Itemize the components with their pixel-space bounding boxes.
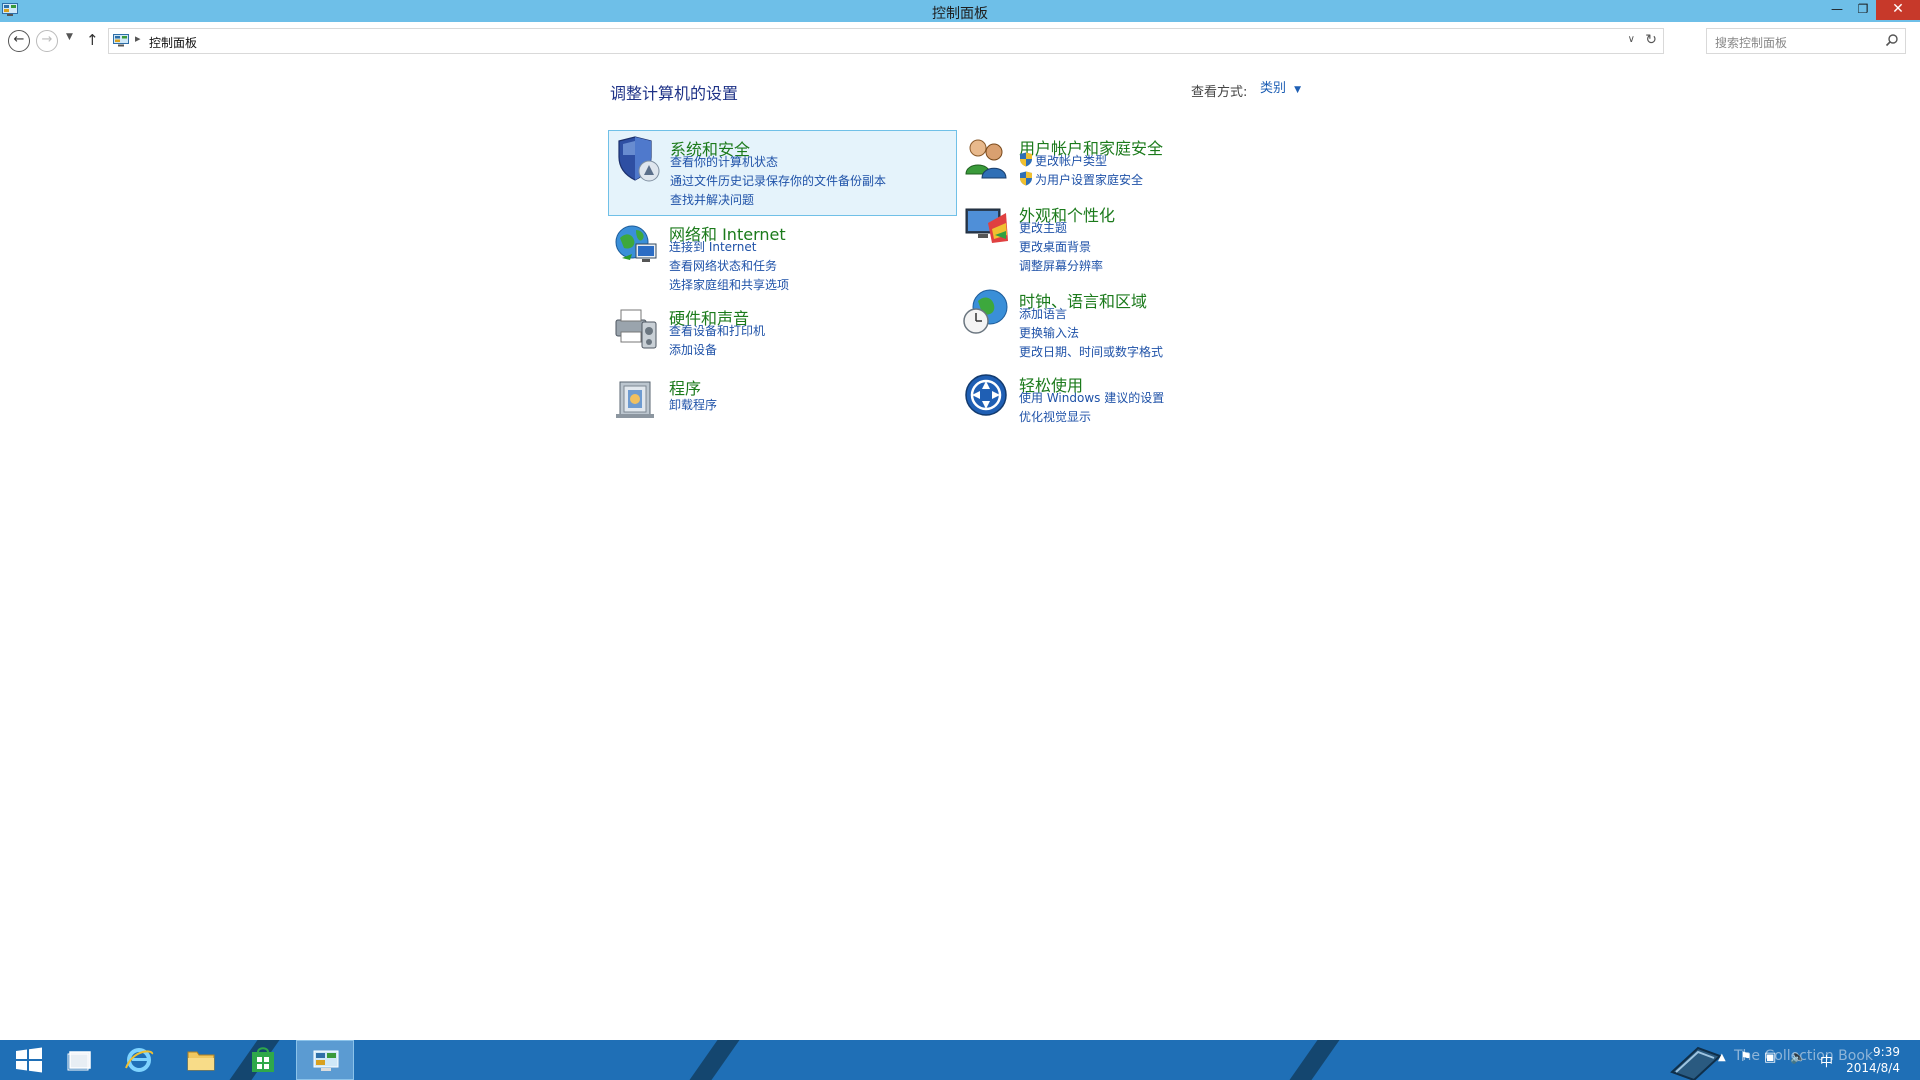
view-by-dropdown[interactable]: 类别 ▼ — [1250, 78, 1311, 100]
breadcrumb-separator-icon[interactable]: ▸ — [135, 32, 141, 45]
recent-locations-chevron-icon[interactable]: ▼ — [66, 32, 73, 42]
category-hardware-sound[interactable]: 硬件和声音 查看设备和打印机 添加设备 — [608, 300, 957, 366]
control-panel-icon — [313, 1050, 339, 1071]
taskbar-background-stripe — [1275, 1040, 1347, 1080]
link-screen-resolution[interactable]: 调整屏幕分辨率 — [1019, 257, 1103, 274]
security-shield-icon — [618, 136, 660, 182]
search-icon[interactable] — [1885, 33, 1899, 47]
clock-time: 9:39 — [1873, 1045, 1900, 1059]
link-add-language[interactable]: 添加语言 — [1019, 305, 1067, 322]
show-hidden-icons-chevron-icon[interactable]: ▲ — [1718, 1052, 1726, 1080]
control-panel-icon — [113, 34, 129, 47]
category-programs[interactable]: 程序 卸载程序 — [608, 370, 957, 422]
store-icon — [252, 1047, 274, 1072]
category-appearance[interactable]: 外观和个性化 更改主题 更改桌面背景 调整屏幕分辨率 — [958, 197, 1307, 277]
link-file-history-backup[interactable]: 通过文件历史记录保存你的文件备份副本 — [670, 172, 886, 189]
clock-globe-icon — [963, 289, 1008, 334]
printer-speaker-icon — [615, 309, 657, 349]
link-troubleshoot[interactable]: 查找并解决问题 — [670, 191, 754, 208]
taskbar-server-manager[interactable] — [50, 1040, 108, 1080]
category-network-internet[interactable]: 网络和 Internet 连接到 Internet 查看网络状态和任务 选择家庭… — [608, 216, 957, 296]
uac-shield-icon — [1020, 171, 1032, 186]
link-optimize-visual-display[interactable]: 优化视觉显示 — [1019, 408, 1091, 425]
title-bar: 控制面板 — ❐ ✕ — [0, 0, 1920, 22]
appearance-monitor-icon — [965, 208, 1008, 243]
link-devices-printers[interactable]: 查看设备和打印机 — [669, 322, 765, 339]
back-button[interactable]: ← — [8, 30, 30, 52]
link-add-device[interactable]: 添加设备 — [669, 341, 717, 358]
breadcrumb-control-panel[interactable]: 控制面板 — [149, 34, 197, 51]
category-system-security[interactable]: 系统和安全 查看你的计算机状态 通过文件历史记录保存你的文件备份副本 查找并解决… — [608, 130, 957, 216]
network-globe-icon — [615, 225, 657, 262]
link-view-computer-status[interactable]: 查看你的计算机状态 — [670, 153, 778, 170]
view-by-label: 查看方式: — [1191, 85, 1248, 100]
close-button[interactable]: ✕ — [1876, 0, 1920, 20]
window-title: 控制面板 — [932, 6, 988, 22]
link-recommended-settings[interactable]: 使用 Windows 建议的设置 — [1019, 389, 1164, 406]
chevron-down-icon: ▼ — [1294, 85, 1302, 95]
page-heading: 调整计算机的设置 — [610, 84, 739, 103]
category-ease-of-access[interactable]: 轻松使用 使用 Windows 建议的设置 优化视觉显示 — [958, 367, 1307, 433]
uac-shield-icon — [1020, 152, 1032, 167]
link-connect-internet[interactable]: 连接到 Internet — [669, 238, 756, 255]
up-button[interactable]: ↑ — [86, 31, 99, 49]
search-placeholder[interactable]: 搜索控制面板 — [1715, 34, 1787, 51]
link-network-status[interactable]: 查看网络状态和任务 — [669, 257, 777, 274]
programs-icon — [616, 381, 654, 418]
ease-of-access-icon — [965, 374, 1007, 416]
taskbar-background-stripe — [675, 1040, 747, 1080]
volume-icon[interactable]: 🔈 — [1790, 1050, 1806, 1080]
taskbar-file-explorer[interactable] — [172, 1040, 230, 1080]
link-family-safety[interactable]: 为用户设置家庭安全 — [1035, 171, 1143, 188]
link-change-background[interactable]: 更改桌面背景 — [1019, 238, 1091, 255]
folder-icon — [187, 1051, 215, 1071]
windows-logo-icon — [16, 1047, 42, 1073]
input-method-indicator[interactable]: 中 — [1820, 1051, 1833, 1080]
category-clock-language-region[interactable]: 时钟、语言和区域 添加语言 更换输入法 更改日期、时间或数字格式 — [958, 283, 1307, 363]
clock-date: 2014/8/4 — [1846, 1061, 1900, 1075]
taskbar: The Collection Book ▲ ⚑ ▣ 🔈 中 9:39 2014/… — [0, 1040, 1920, 1080]
link-change-account-type[interactable]: 更改帐户类型 — [1035, 152, 1107, 169]
forward-button[interactable]: → — [36, 30, 58, 52]
link-date-time-format[interactable]: 更改日期、时间或数字格式 — [1019, 343, 1163, 360]
link-uninstall-program[interactable]: 卸载程序 — [669, 396, 717, 413]
action-center-flag-icon[interactable]: ⚑ — [1740, 1050, 1752, 1080]
refresh-icon[interactable]: ↻ — [1645, 32, 1657, 48]
users-icon — [965, 139, 1007, 179]
category-user-accounts[interactable]: 用户帐户和家庭安全 更改帐户类型 为用户设置家庭安全 — [958, 130, 1307, 190]
network-icon[interactable]: ▣ — [1764, 1050, 1776, 1080]
navigation-bar: ← → ▼ ↑ ▸ 控制面板 ∨ ↻ 搜索控制面板 — [0, 22, 1920, 60]
minimize-button[interactable]: — — [1824, 0, 1850, 20]
address-bar[interactable]: ▸ 控制面板 ∨ ↻ — [108, 28, 1664, 54]
search-box[interactable]: 搜索控制面板 — [1706, 28, 1906, 54]
view-by-value: 类别 — [1260, 81, 1287, 96]
internet-explorer-icon — [125, 1048, 153, 1072]
link-homegroup[interactable]: 选择家庭组和共享选项 — [669, 276, 789, 293]
taskbar-internet-explorer[interactable] — [110, 1040, 168, 1080]
window-icon — [67, 1051, 91, 1071]
restore-button[interactable]: ❐ — [1850, 0, 1876, 20]
system-clock[interactable]: 9:39 2014/8/4 — [1846, 1044, 1900, 1076]
address-dropdown-icon[interactable]: ∨ — [1628, 34, 1635, 45]
taskbar-store[interactable] — [234, 1040, 292, 1080]
link-change-theme[interactable]: 更改主题 — [1019, 219, 1067, 236]
link-change-input-method[interactable]: 更换输入法 — [1019, 324, 1079, 341]
taskbar-control-panel[interactable] — [296, 1040, 354, 1080]
